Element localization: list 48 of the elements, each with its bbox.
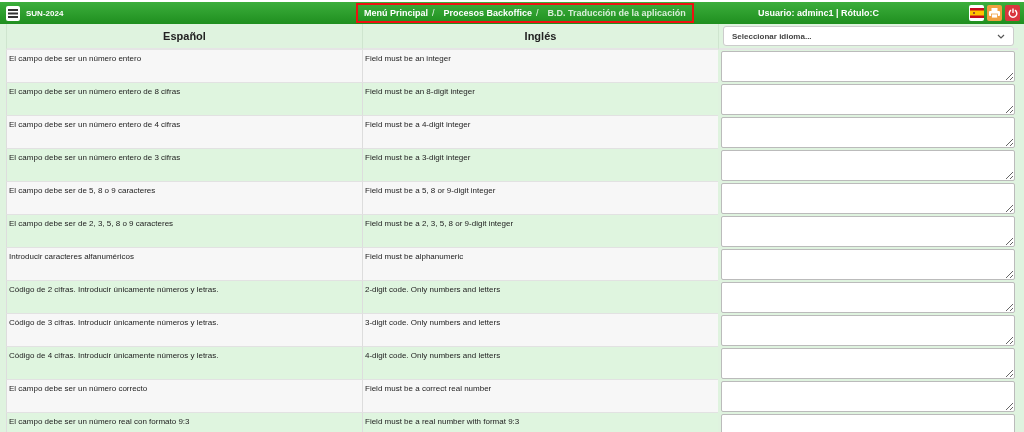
- printer-icon: [989, 8, 1000, 18]
- translation-field[interactable]: [721, 315, 1015, 346]
- breadcrumb-link[interactable]: Menú Principal: [364, 8, 428, 18]
- language-select[interactable]: Seleccionar idioma...: [723, 26, 1014, 46]
- table-cell: Field must be a 5, 8 or 9-digit integer: [362, 182, 718, 215]
- table-cell: Código de 4 cifras. Introducir únicamente números y letras.: [6, 347, 362, 380]
- translation-field[interactable]: [721, 117, 1015, 148]
- logout-button[interactable]: [1005, 5, 1020, 21]
- translation-field[interactable]: [721, 150, 1015, 181]
- table-cell: Código de 2 cifras. Introducir únicamente números y letras.: [6, 281, 362, 314]
- table-cell: El campo debe ser un número correcto: [6, 380, 362, 413]
- table-cell: El campo debe ser un número entero de 3 cifras: [6, 149, 362, 182]
- menu-button[interactable]: [6, 5, 20, 21]
- table-cell: Field must be a 2, 3, 5, 8 or 9-digit integer: [362, 215, 718, 248]
- table-cell: 4-digit code. Only numbers and letters: [362, 347, 718, 380]
- translation-field[interactable]: [721, 216, 1015, 247]
- table-cell: El campo debe ser de 5, 8 o 9 caracteres: [6, 182, 362, 215]
- table-cell: Código de 3 cifras. Introducir únicamente números y letras.: [6, 314, 362, 347]
- power-icon: [1007, 8, 1018, 18]
- table-cell: Field must be an integer: [362, 50, 718, 83]
- table-cell: Field must be a correct real number: [362, 380, 718, 413]
- table-cell: Introducir caracteres alfanuméricos: [6, 248, 362, 281]
- table-cell: Field must be an 8-digit integer: [362, 83, 718, 116]
- table-cell: El campo debe ser de 2, 3, 5, 8 o 9 caracteres: [6, 215, 362, 248]
- translation-field[interactable]: [721, 249, 1015, 280]
- user-info: Usuario: adminc1 | Rótulo:C: [757, 8, 879, 18]
- breadcrumb-separator: /: [432, 8, 435, 18]
- translation-field[interactable]: [721, 282, 1015, 313]
- translation-field[interactable]: [721, 348, 1015, 379]
- table-cell: El campo debe ser un número entero de 4 cifras: [6, 116, 362, 149]
- translation-field[interactable]: [721, 51, 1015, 82]
- table-cell: Field must be a 3-digit integer: [362, 149, 718, 182]
- translation-field[interactable]: [721, 381, 1015, 412]
- chevron-down-icon: [997, 33, 1005, 39]
- spain-flag-icon[interactable]: [969, 5, 984, 21]
- breadcrumb-separator: /: [536, 8, 539, 18]
- breadcrumb-link[interactable]: Procesos Backoffice: [443, 8, 533, 18]
- table-cell: Field must be alphanumeric: [362, 248, 718, 281]
- translation-field[interactable]: [721, 84, 1015, 115]
- table-cell: 3-digit code. Only numbers and letters: [362, 314, 718, 347]
- table-cell: El campo debe ser un número entero: [6, 50, 362, 83]
- menu-icon: [8, 8, 18, 18]
- table-cell: Field must be a 4-digit integer: [362, 116, 718, 149]
- table-cell: 2-digit code. Only numbers and letters: [362, 281, 718, 314]
- table-cell: El campo debe ser un número entero de 8 cifras: [6, 83, 362, 116]
- breadcrumb-current: B.D. Traducción de la aplicación: [547, 8, 686, 18]
- translation-field[interactable]: [721, 183, 1015, 214]
- app-title: SUN-2024: [26, 8, 64, 18]
